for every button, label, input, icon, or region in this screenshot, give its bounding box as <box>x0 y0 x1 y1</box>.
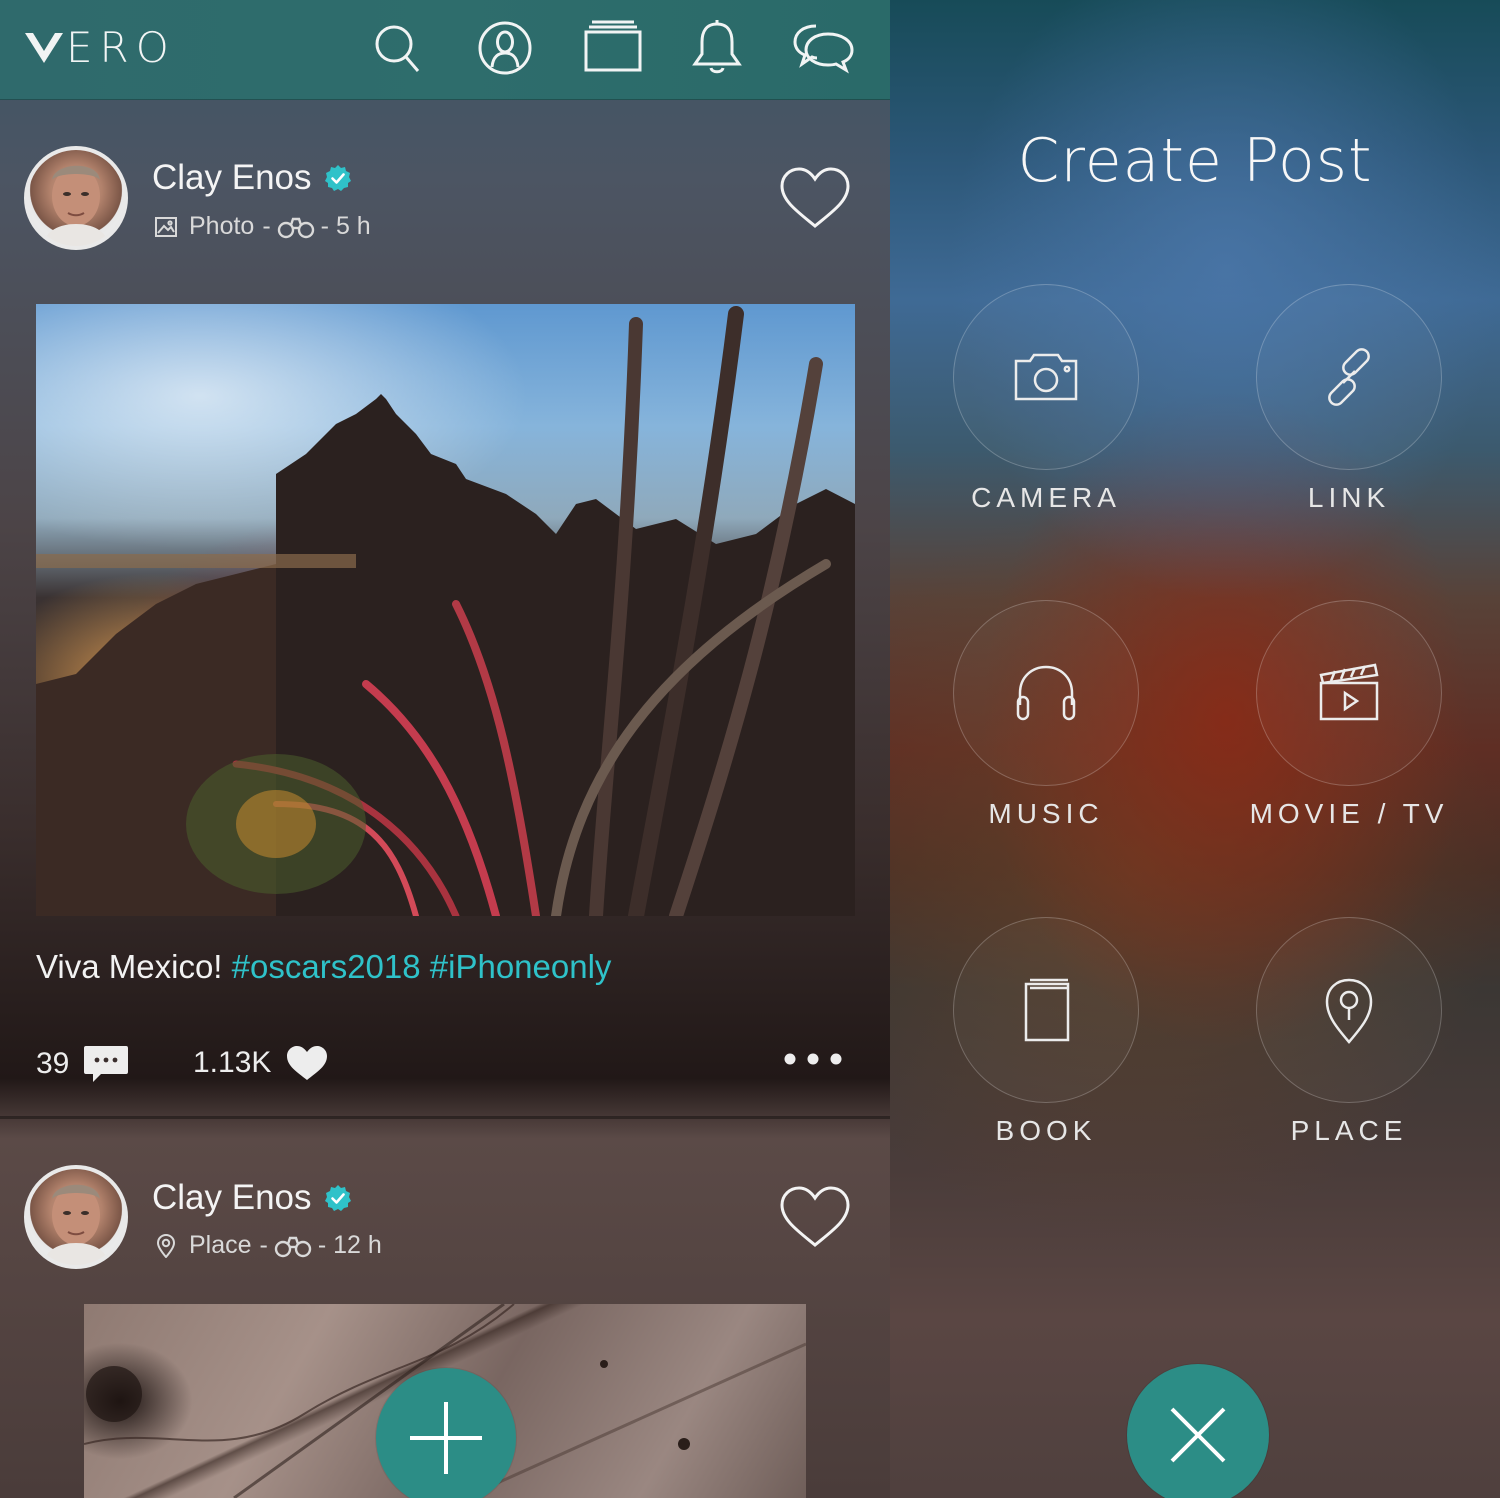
comments-count-value: 39 <box>36 1047 70 1080</box>
like-button[interactable] <box>778 1185 852 1249</box>
link-icon <box>1328 348 1370 406</box>
post-author[interactable]: Clay Enos <box>152 158 352 198</box>
post-author[interactable]: Clay Enos <box>152 1178 352 1218</box>
more-options-button[interactable] <box>782 1046 846 1072</box>
ellipsis-icon <box>784 1053 842 1065</box>
heart-filled-icon <box>287 1046 328 1080</box>
place-option-circle[interactable] <box>1256 917 1442 1103</box>
messages-button[interactable] <box>790 18 856 78</box>
verified-badge-icon <box>324 1185 351 1211</box>
create-post-title: Create Post <box>1017 126 1373 196</box>
camera-option-label: CAMERA <box>971 482 1121 513</box>
avatar-face-image <box>42 165 110 246</box>
create-post-button[interactable] <box>376 1368 516 1498</box>
create-option-link[interactable]: LINK <box>1248 284 1448 554</box>
avatar[interactable] <box>24 1165 128 1269</box>
verified-badge-icon <box>324 165 351 191</box>
caption-hashtags[interactable]: #oscars2018 #iPhoneonly <box>232 948 612 985</box>
create-option-music[interactable]: MUSIC <box>945 600 1145 870</box>
photo-artwork-image <box>36 306 855 916</box>
headphones-icon <box>1016 665 1076 721</box>
likes-count[interactable]: 1.13K <box>193 1044 329 1082</box>
create-option-place[interactable]: PLACE <box>1248 917 1448 1187</box>
create-option-camera[interactable]: CAMERA <box>945 284 1145 554</box>
music-option-circle[interactable] <box>953 600 1139 786</box>
create-post-screen: Create Post CAMERA LINK MUSIC MOVIE / TV… <box>890 0 1500 1498</box>
close-create-post-button[interactable] <box>1127 1364 1269 1498</box>
vero-v-logo-icon <box>25 33 63 63</box>
like-button[interactable] <box>778 166 852 230</box>
profile-icon <box>478 21 532 75</box>
post-type: Place <box>189 1231 252 1259</box>
close-icon <box>1170 1407 1226 1463</box>
book-option-circle[interactable] <box>953 917 1139 1103</box>
place-type-icon <box>156 1233 176 1258</box>
collections-button[interactable] <box>580 18 646 78</box>
post-meta: Photo - - 5 h <box>154 212 371 241</box>
movie-tv-option-label: MOVIE / TV <box>1249 798 1449 829</box>
post-age: - 12 h <box>317 1231 382 1259</box>
music-option-label: MUSIC <box>988 798 1104 829</box>
post-divider <box>0 1116 890 1119</box>
create-option-book[interactable]: BOOK <box>945 917 1145 1187</box>
book-option-label: BOOK <box>995 1115 1097 1146</box>
avatar[interactable] <box>24 146 128 250</box>
photo-type-icon <box>155 216 177 237</box>
movie-tv-option-circle[interactable] <box>1256 600 1442 786</box>
profile-button[interactable] <box>472 18 538 78</box>
vero-logo[interactable]: ERO <box>24 22 176 74</box>
search-button[interactable] <box>364 18 430 78</box>
logo-text: ERO <box>66 23 176 72</box>
comments-count[interactable]: 39 <box>36 1044 129 1084</box>
caption-text: Viva Mexico! <box>36 948 223 985</box>
likes-count-value: 1.13K <box>193 1046 272 1079</box>
location-pin-icon <box>1325 978 1373 1044</box>
book-icon <box>1024 978 1070 1042</box>
camera-icon <box>1014 353 1078 401</box>
comment-icon <box>84 1046 129 1082</box>
author-name: Clay Enos <box>152 1178 312 1217</box>
meta-separator: - <box>262 212 271 240</box>
post-type: Photo <box>189 212 255 240</box>
avatar-face-image <box>42 1184 110 1265</box>
heart-outline-icon <box>780 1186 850 1247</box>
clapperboard-icon <box>1319 663 1379 721</box>
link-option-label: LINK <box>1307 482 1391 513</box>
post-age: - 5 h <box>320 212 371 240</box>
meta-separator: - <box>259 1231 268 1259</box>
link-option-circle[interactable] <box>1256 284 1442 470</box>
camera-option-circle[interactable] <box>953 284 1139 470</box>
feed-screen: ERO Clay Enos Photo - - 5 h Viva Mexico!… <box>0 0 890 1498</box>
author-name: Clay Enos <box>152 158 312 197</box>
bell-icon <box>692 20 742 74</box>
chat-icon <box>793 24 854 74</box>
binoculars-icon <box>277 217 314 238</box>
collections-icon <box>584 20 642 72</box>
place-option-label: PLACE <box>1290 1115 1408 1146</box>
notifications-button[interactable] <box>684 18 750 78</box>
post-meta: Place - - 12 h <box>154 1231 382 1260</box>
heart-outline-icon <box>780 167 850 228</box>
post-photo[interactable] <box>36 304 855 916</box>
create-option-movie-tv[interactable]: MOVIE / TV <box>1248 600 1448 870</box>
binoculars-icon <box>274 1236 312 1257</box>
plus-icon <box>410 1402 482 1474</box>
post-caption: Viva Mexico! #oscars2018 #iPhoneonly <box>36 948 611 986</box>
top-navigation-bar: ERO <box>0 0 890 100</box>
search-icon <box>375 25 420 72</box>
